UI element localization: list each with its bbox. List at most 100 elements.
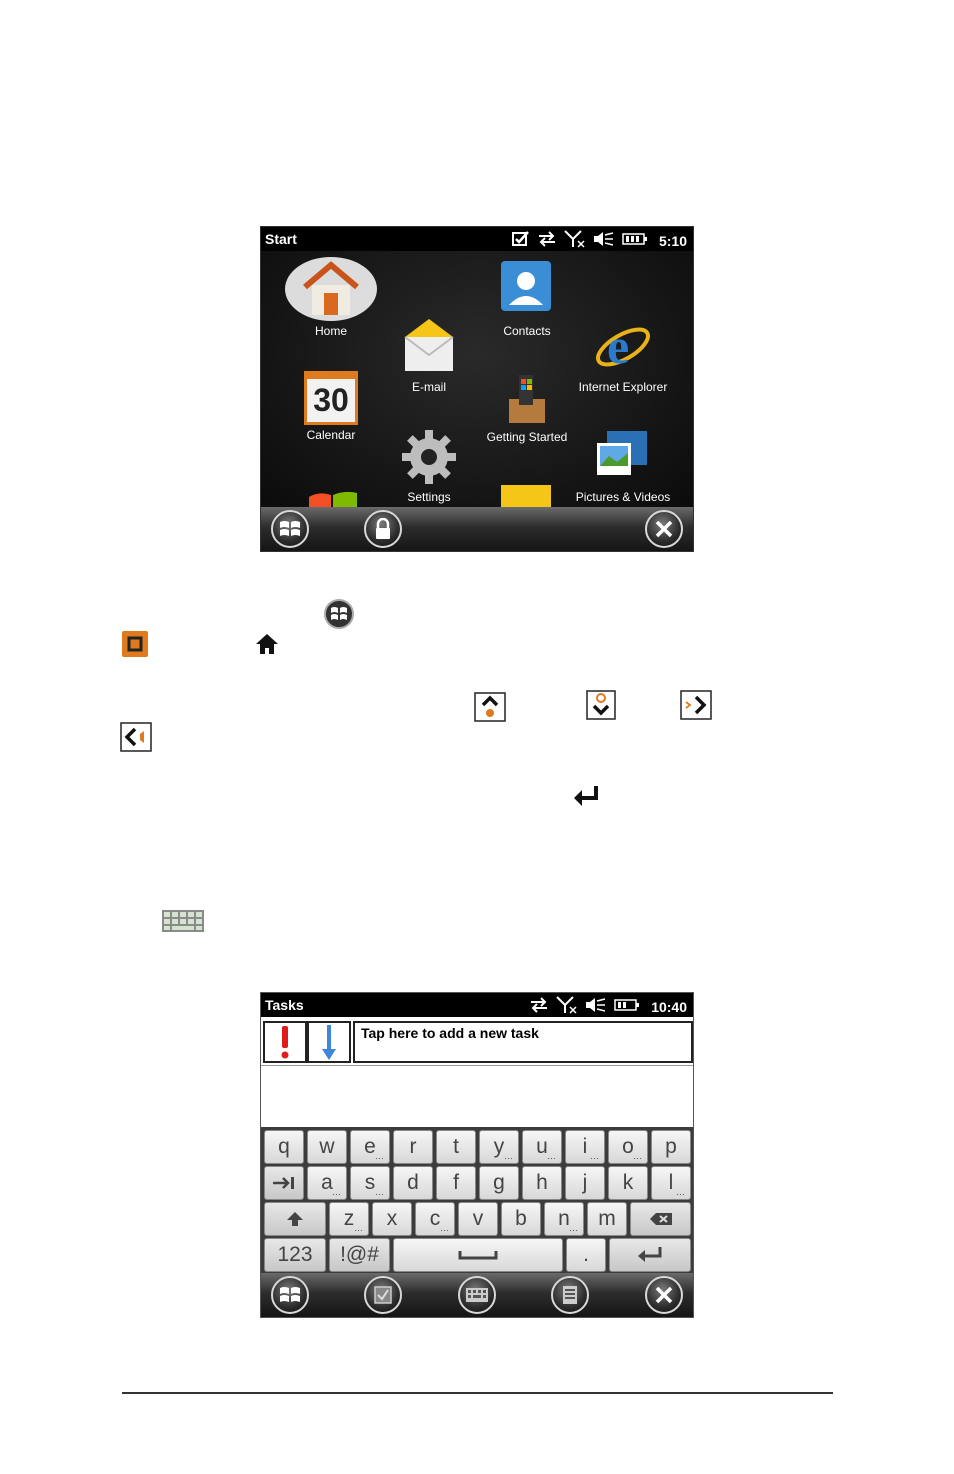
menu-list-icon — [563, 1286, 577, 1304]
key-numbers[interactable]: 123 — [264, 1238, 326, 1272]
key-n[interactable]: n… — [544, 1202, 584, 1236]
key-z[interactable]: z… — [329, 1202, 369, 1236]
key-g[interactable]: g — [479, 1166, 519, 1200]
enter-key-icon — [574, 786, 598, 806]
key-enter[interactable] — [609, 1238, 691, 1272]
tile-settings[interactable]: Settings — [381, 427, 477, 504]
key-h[interactable]: h — [522, 1166, 562, 1200]
key-m[interactable]: m — [587, 1202, 627, 1236]
screen-title: Tasks — [265, 997, 304, 1013]
tile-label: Calendar — [306, 428, 356, 442]
lock-button[interactable] — [364, 510, 402, 548]
tile-getting-started[interactable]: Getting Started — [479, 371, 575, 444]
key-y[interactable]: y… — [479, 1130, 519, 1164]
tile-pictures-videos[interactable]: Pictures & Videos — [575, 427, 671, 504]
key-j[interactable]: j — [565, 1166, 605, 1200]
key-tab[interactable] — [264, 1166, 304, 1200]
signal-off-icon[interactable] — [564, 230, 586, 251]
close-icon — [655, 520, 673, 538]
new-task-input[interactable]: Tap here to add a new task — [353, 1021, 693, 1063]
tab-icon — [273, 1177, 294, 1189]
calendar-icon: 30 — [304, 371, 358, 425]
tile-label: Contacts — [503, 324, 551, 338]
key-space[interactable] — [393, 1238, 563, 1272]
key-t[interactable]: t — [436, 1130, 476, 1164]
key-f[interactable]: f — [436, 1166, 476, 1200]
keyboard-small-icon — [162, 910, 204, 932]
tile-label: Settings — [407, 490, 451, 504]
low-priority-button[interactable] — [307, 1021, 351, 1063]
key-u[interactable]: u… — [522, 1130, 562, 1164]
tile-label: Internet Explorer — [578, 380, 668, 394]
key-d[interactable]: d — [393, 1166, 433, 1200]
status-clock: 10:40 — [651, 998, 687, 1015]
windows-logo-icon — [280, 521, 300, 536]
tile-contacts[interactable]: Contacts — [479, 257, 575, 338]
task-check-icon[interactable] — [511, 231, 530, 250]
tile-home[interactable]: Home — [283, 257, 379, 338]
windows-logo-icon — [280, 1287, 300, 1302]
spacebar-icon — [458, 1251, 498, 1260]
key-s[interactable]: s… — [350, 1166, 390, 1200]
keyboard-toggle-button[interactable] — [458, 1276, 496, 1314]
windows-flag-icon — [309, 491, 357, 509]
key-symbols[interactable]: !@# — [329, 1238, 390, 1272]
start-screen: Start 5:10 Home Contacts E-mail e Intern… — [260, 226, 694, 552]
key-o[interactable]: o… — [608, 1130, 648, 1164]
close-button[interactable] — [645, 1276, 683, 1314]
task-list[interactable] — [261, 1065, 693, 1127]
key-e[interactable]: e… — [350, 1130, 390, 1164]
new-task-row: Tap here to add a new task — [263, 1019, 693, 1065]
battery-icon[interactable] — [614, 998, 640, 1015]
key-c[interactable]: c… — [415, 1202, 455, 1236]
close-button[interactable] — [645, 510, 683, 548]
sync-arrows-icon[interactable] — [537, 231, 557, 250]
volume-muted-icon[interactable] — [593, 231, 615, 250]
lock-icon — [376, 518, 390, 539]
gear-icon — [402, 430, 456, 484]
tile-label: Getting Started — [486, 430, 568, 444]
key-p[interactable]: p — [651, 1130, 691, 1164]
home-icon — [285, 257, 377, 321]
sync-arrows-icon[interactable] — [529, 997, 549, 1016]
windows-start-icon — [324, 599, 354, 629]
footer-rule — [122, 1392, 833, 1394]
volume-muted-icon[interactable] — [585, 997, 607, 1016]
key-period[interactable]: . — [566, 1238, 606, 1272]
high-priority-button[interactable] — [263, 1021, 307, 1063]
tile-internet-explorer[interactable]: e Internet Explorer — [575, 315, 671, 394]
nav-up-icon — [474, 692, 506, 722]
key-q[interactable]: q — [264, 1130, 304, 1164]
key-backspace[interactable] — [630, 1202, 691, 1236]
start-button[interactable] — [271, 1276, 309, 1314]
start-button[interactable] — [271, 510, 309, 548]
status-clock: 5:10 — [658, 232, 687, 249]
exclamation-icon — [281, 1026, 289, 1059]
key-k[interactable]: k — [608, 1166, 648, 1200]
bottom-toolbar — [261, 507, 693, 551]
tile-email[interactable]: E-mail — [381, 315, 477, 394]
nav-right-icon — [680, 690, 712, 720]
key-a[interactable]: a… — [307, 1166, 347, 1200]
key-x[interactable]: x — [372, 1202, 412, 1236]
key-l[interactable]: l… — [651, 1166, 691, 1200]
getting-started-icon — [509, 375, 545, 423]
key-shift[interactable] — [264, 1202, 326, 1236]
ok-check-button[interactable] — [364, 1276, 402, 1314]
key-w[interactable]: w — [307, 1130, 347, 1164]
tile-label: Pictures & Videos — [575, 490, 671, 504]
email-icon — [404, 319, 454, 371]
key-v[interactable]: v — [458, 1202, 498, 1236]
pictures-videos-icon — [597, 431, 647, 475]
key-b[interactable]: b — [501, 1202, 541, 1236]
bottom-toolbar — [261, 1273, 693, 1317]
backspace-icon — [649, 1213, 672, 1225]
key-i[interactable]: i… — [565, 1130, 605, 1164]
tile-calendar[interactable]: 30 Calendar — [283, 371, 379, 442]
signal-off-icon[interactable] — [556, 996, 578, 1017]
orange-square-icon — [122, 631, 148, 657]
tile-label: E-mail — [411, 380, 446, 394]
key-r[interactable]: r — [393, 1130, 433, 1164]
menu-button[interactable] — [551, 1276, 589, 1314]
battery-icon[interactable] — [622, 232, 648, 249]
